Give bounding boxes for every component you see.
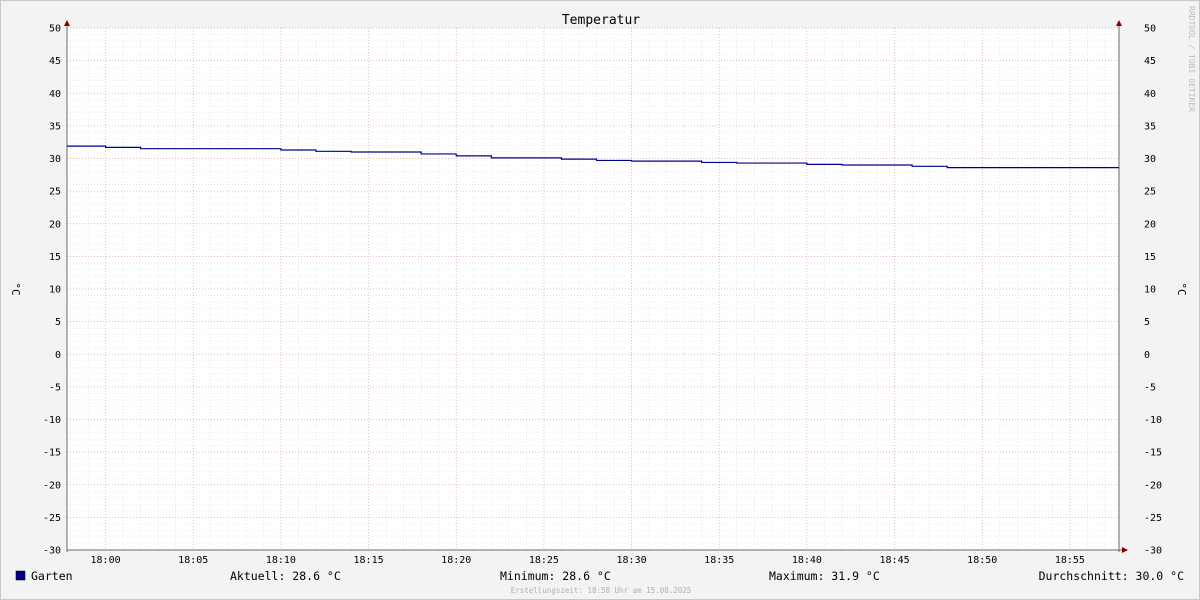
y-tick-label-left: -5 (49, 382, 61, 393)
y-tick-label-left: 20 (49, 219, 61, 230)
y-tick-label-right: 45 (1144, 56, 1156, 67)
y-tick-label-left: 45 (49, 56, 61, 67)
chart-title: Temperatur (562, 13, 640, 28)
y-tick-label-left: 10 (49, 285, 61, 296)
x-tick-label: 18:30 (617, 555, 647, 566)
y-tick-label-right: -25 (1144, 513, 1162, 524)
stat-current: Aktuell: 28.6 °C (230, 569, 341, 583)
creation-timestamp: Erstellungszeit: 18:58 Uhr am 15.08.2025 (511, 586, 692, 595)
y-tick-label-right: 30 (1144, 154, 1156, 165)
y-tick-label-left: 30 (49, 154, 61, 165)
x-tick-label: 18:00 (91, 555, 121, 566)
x-axis-arrow (1122, 547, 1128, 553)
y-tick-label-left: 5 (55, 317, 61, 328)
x-tick-label: 18:35 (704, 555, 734, 566)
x-tick-label: 18:15 (354, 555, 384, 566)
x-tick-label: 18:40 (792, 555, 822, 566)
y-tick-label-right: 20 (1144, 219, 1156, 230)
y-tick-label-left: 50 (49, 24, 61, 35)
y-tick-label-right: -10 (1144, 415, 1162, 426)
y-tick-label-left: -20 (43, 480, 61, 491)
y-tick-label-right: 40 (1144, 89, 1156, 100)
y-tick-label-left: 15 (49, 252, 61, 263)
x-tick-label: 18:50 (967, 555, 997, 566)
y-tick-label-right: -15 (1144, 448, 1162, 459)
stat-average: Durchschnitt: 30.0 °C (1039, 569, 1184, 583)
y-axis-label-right: °C (1175, 282, 1188, 295)
y-tick-label-right: 10 (1144, 285, 1156, 296)
y-tick-label-right: -5 (1144, 382, 1156, 393)
y-tick-label-left: -10 (43, 415, 61, 426)
y-tick-label-left: 40 (49, 89, 61, 100)
y-tick-label-right: 5 (1144, 317, 1150, 328)
y-axis-label-left: °C (9, 282, 22, 295)
y-tick-label-left: -15 (43, 448, 61, 459)
stat-maximum: Maximum: 31.9 °C (769, 569, 880, 583)
y-tick-label-right: 35 (1144, 121, 1156, 132)
x-tick-label: 18:55 (1055, 555, 1085, 566)
y-axis-arrow-right (1116, 20, 1122, 26)
y-tick-label-left: -30 (43, 546, 61, 557)
stat-minimum: Minimum: 28.6 °C (500, 569, 611, 583)
y-tick-label-left: 35 (49, 121, 61, 132)
y-tick-label-left: 0 (55, 350, 61, 361)
x-tick-label: 18:25 (529, 555, 559, 566)
x-tick-label: 18:05 (178, 555, 208, 566)
y-tick-label-right: -30 (1144, 546, 1162, 557)
y-tick-label-right: 50 (1144, 24, 1156, 35)
legend-label-garten: Garten (31, 569, 73, 583)
y-tick-label-right: 25 (1144, 187, 1156, 198)
x-tick-label: 18:20 (441, 555, 471, 566)
y-axis-arrow-left (64, 20, 70, 26)
y-tick-label-left: -25 (43, 513, 61, 524)
rrdtool-watermark: RRDTOOL / TOBI OETIKER (1187, 6, 1196, 112)
x-tick-label: 18:45 (880, 555, 910, 566)
temperature-chart: 50 5045 4540 4035 3530 3025 2520 2015 1510 105 50 0… (9, 6, 1196, 595)
legend-swatch-garten (15, 570, 26, 581)
y-tick-label-left: 25 (49, 187, 61, 198)
y-tick-label-right: -20 (1144, 480, 1162, 491)
chart-frame: 50 50 45 45 40 40 35 35 30 30 25 25 20 20 15 15 10 10 5 5 0 0… (0, 0, 1200, 600)
y-tick-label-right: 0 (1144, 350, 1150, 361)
x-tick-labels: 18:00 18:05 18:10 18:15 18:20 18:25 18:30 18:35… (91, 555, 1085, 566)
x-tick-label: 18:10 (266, 555, 296, 566)
y-tick-label-right: 15 (1144, 252, 1156, 263)
